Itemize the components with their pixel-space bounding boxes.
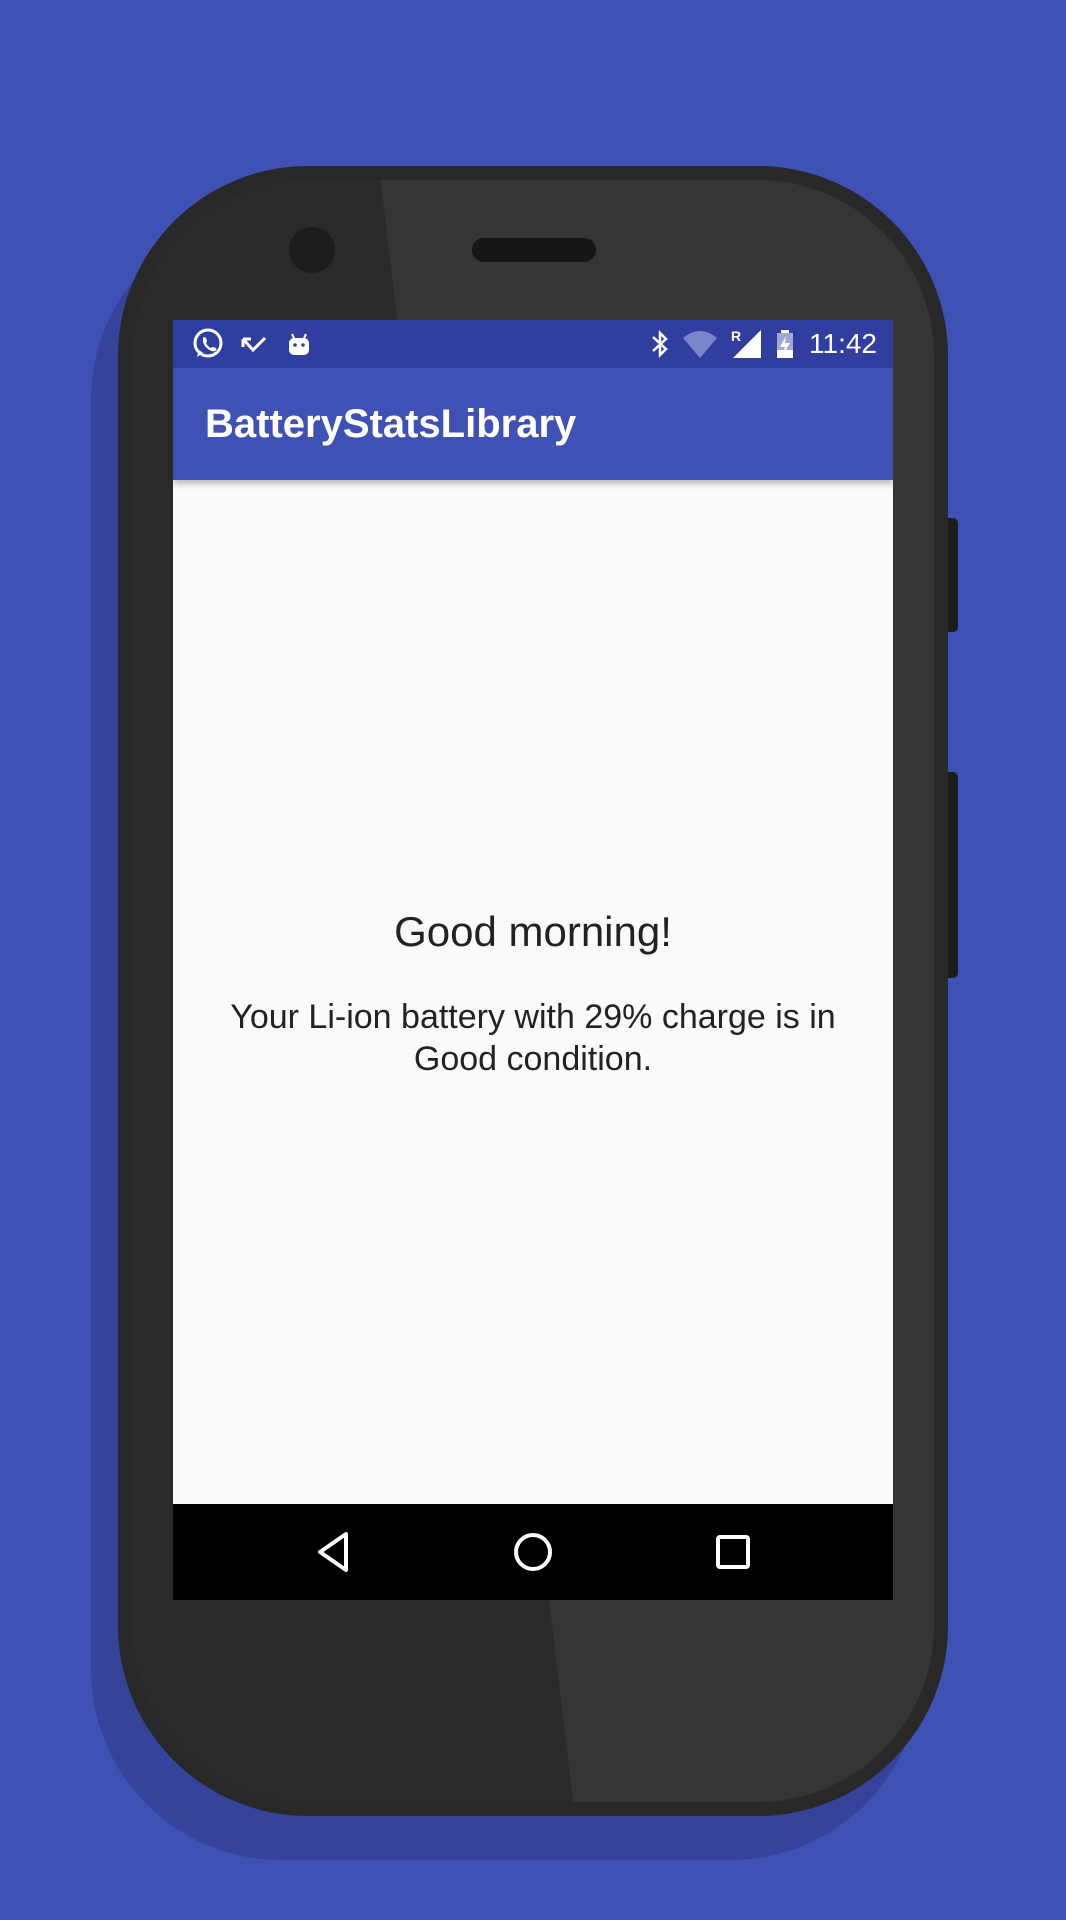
volume-button [948, 518, 958, 632]
greeting-text: Good morning! [394, 908, 672, 955]
whatsapp-icon [191, 327, 225, 361]
home-icon [514, 1533, 552, 1571]
back-icon [318, 1532, 348, 1572]
cell-signal-roaming-icon: R [729, 328, 765, 360]
recents-icon [716, 1535, 750, 1569]
back-button[interactable] [305, 1524, 361, 1580]
wifi-icon [681, 328, 719, 360]
android-icon [283, 328, 315, 360]
status-bar: R 11:42 [173, 320, 893, 368]
notification-icons [191, 326, 315, 362]
power-button [948, 772, 958, 978]
front-camera [289, 227, 335, 273]
battery-charging-icon [775, 328, 795, 360]
main-content: Good morning! Your Li-ion battery with 2… [173, 480, 893, 1504]
status-time: 11:42 [809, 328, 877, 359]
app-title: BatteryStatsLibrary [205, 402, 577, 446]
system-icons: R 11:42 [649, 326, 877, 362]
earpiece-speaker [472, 238, 596, 262]
roaming-label: R [731, 328, 741, 344]
phone-screen: R 11:42 BatteryStatsLibrary Good morning… [173, 320, 893, 1600]
navigation-bar [173, 1504, 893, 1600]
home-button[interactable] [505, 1524, 561, 1580]
app-bar: BatteryStatsLibrary [173, 368, 893, 480]
missed-call-icon [239, 329, 269, 359]
battery-status-message: Your Li-ion battery with 29% charge is i… [230, 998, 836, 1078]
bluetooth-icon [649, 328, 671, 360]
recents-button[interactable] [705, 1524, 761, 1580]
